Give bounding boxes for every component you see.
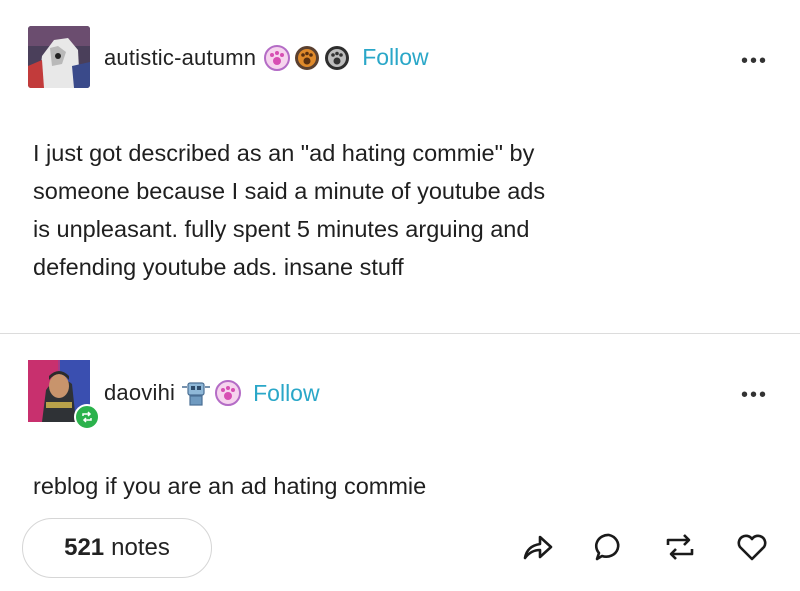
username[interactable]: daovihi (104, 380, 175, 406)
paw-badge-icon[interactable] (294, 45, 320, 71)
avatar[interactable] (28, 26, 90, 88)
reblog-badge-icon (74, 404, 100, 430)
reply-icon[interactable] (594, 532, 624, 562)
divider (0, 333, 800, 334)
robot-badge-icon[interactable] (181, 379, 211, 407)
original-post: autistic-autumn Follow ••• I just got de… (0, 0, 800, 330)
post-actions (522, 532, 768, 562)
avatar[interactable] (28, 360, 100, 430)
post-text-line: I just got described as an "ad hating co… (33, 140, 535, 166)
more-options-icon[interactable]: ••• (741, 384, 768, 407)
post-text-line: defending youtube ads. insane stuff (33, 254, 404, 280)
notes-label: notes (111, 534, 170, 561)
paw-badge-icon[interactable] (215, 380, 242, 406)
paw-badge-icon[interactable] (324, 45, 350, 71)
post-text-line: is unpleasant. fully spent 5 minutes arg… (33, 216, 530, 242)
reblog-body: reblog if you are an ad hating commie (33, 473, 427, 499)
follow-button[interactable]: Follow (362, 44, 428, 71)
more-options-icon[interactable]: ••• (741, 50, 768, 73)
like-icon[interactable] (736, 532, 768, 562)
share-icon[interactable] (522, 532, 554, 562)
notes-button[interactable]: 521 notes (22, 518, 212, 578)
username[interactable]: autistic-autumn (104, 45, 256, 71)
post-body: I just got described as an "ad hating co… (33, 134, 545, 286)
follow-button[interactable]: Follow (253, 380, 319, 407)
paw-badge-icon[interactable] (264, 44, 291, 71)
reblog-icon[interactable] (664, 532, 696, 562)
post-text-line: someone because I said a minute of youtu… (33, 178, 546, 204)
notes-count: 521 (64, 534, 105, 561)
